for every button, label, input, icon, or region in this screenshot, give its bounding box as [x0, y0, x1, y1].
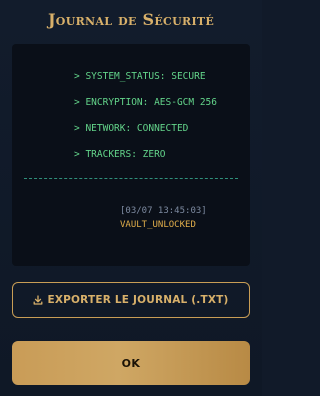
log-event: VAULT_UNLOCKED — [120, 220, 196, 230]
ok-button[interactable]: OK — [12, 341, 250, 385]
dialog-title: Journal de Sécurité — [47, 10, 215, 29]
log-line-network: > NETWORK: CONNECTED — [74, 123, 189, 134]
log-terminal: > SYSTEM_STATUS: SECURE > ENCRYPTION: AE… — [12, 44, 250, 266]
log-line-trackers: > TRACKERS: ZERO — [74, 149, 166, 160]
export-log-button[interactable]: EXPORTER LE JOURNAL (.TXT) — [12, 282, 250, 318]
ok-label: OK — [121, 356, 141, 370]
log-line-system-status: > SYSTEM_STATUS: SECURE — [74, 71, 206, 82]
security-log-dialog: Journal de Sécurité > SYSTEM_STATUS: SEC… — [0, 0, 262, 396]
log-timestamp: [03/07 13:45:03] — [120, 206, 207, 216]
log-divider — [24, 178, 238, 179]
export-log-label: EXPORTER LE JOURNAL (.TXT) — [47, 294, 229, 306]
log-line-encryption: > ENCRYPTION: AES-GCM 256 — [74, 97, 217, 108]
download-icon — [34, 295, 43, 305]
